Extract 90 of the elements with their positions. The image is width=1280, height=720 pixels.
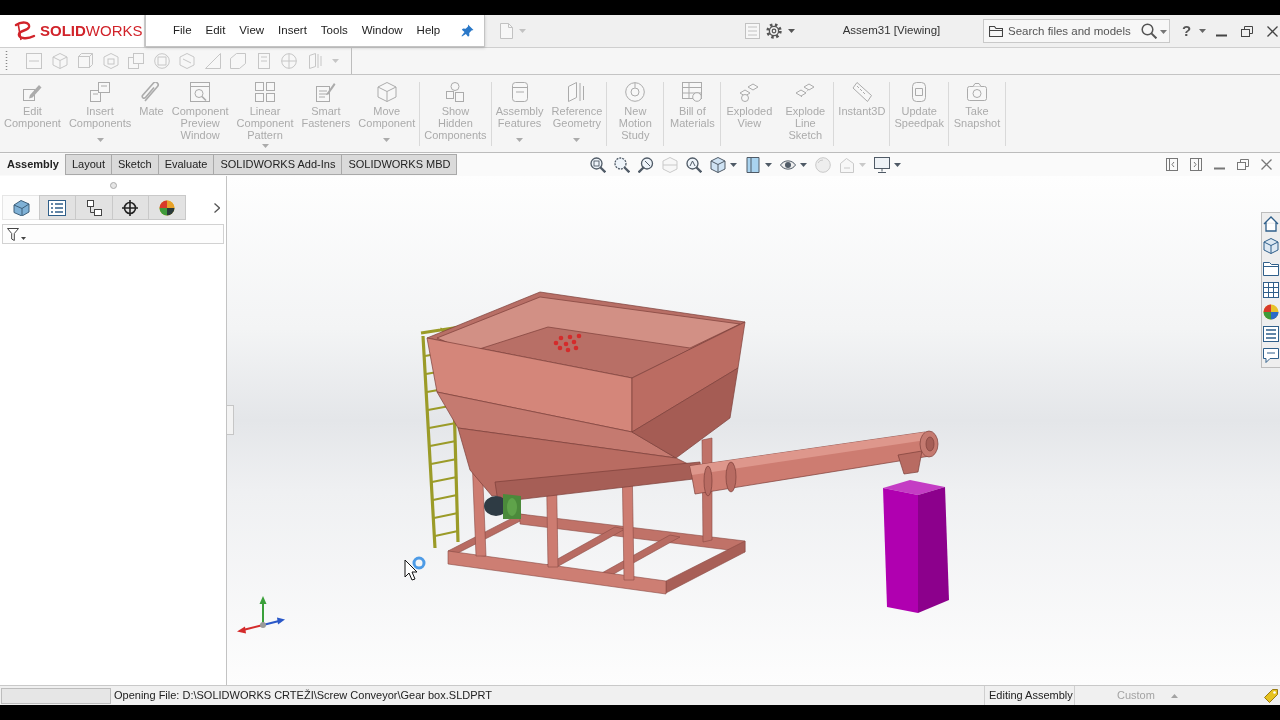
menu-item[interactable]: Help — [409, 21, 448, 40]
command-tab[interactable]: SOLIDWORKS MBD — [341, 154, 458, 175]
sphere-icon[interactable] — [1263, 304, 1279, 320]
caret-icon[interactable] — [1199, 29, 1207, 33]
swoosh-logo-icon — [14, 21, 36, 41]
panel-tab[interactable] — [75, 195, 113, 220]
list-icon[interactable] — [1263, 326, 1279, 342]
command-tab[interactable]: Layout — [65, 154, 112, 175]
cube-icon — [11, 199, 30, 216]
command-tab[interactable]: Evaluate — [157, 154, 215, 175]
caret-icon[interactable] — [765, 162, 772, 167]
table-icon — [682, 82, 703, 102]
menu-item[interactable]: Edit — [198, 21, 233, 40]
tag-icon[interactable] — [1264, 688, 1278, 703]
loading-spinner-icon — [412, 556, 426, 570]
editing-mode-label: Editing Assembly — [989, 688, 1073, 703]
filter-icon[interactable] — [7, 227, 19, 241]
settings-icon[interactable] — [766, 23, 782, 39]
magnifier-icon[interactable] — [638, 156, 654, 173]
command-tab[interactable]: SOLIDWORKS Add-Ins — [213, 154, 343, 175]
plane-icon — [566, 82, 587, 102]
window-icon — [190, 82, 211, 102]
crosshair-icon — [121, 199, 140, 216]
magnifier-icon[interactable] — [614, 156, 630, 173]
panel-right-icon[interactable] — [1190, 158, 1202, 171]
panel-tab[interactable] — [148, 195, 186, 220]
panel-tab[interactable] — [2, 195, 40, 220]
mouse-pointer-icon — [404, 559, 418, 581]
caret-icon[interactable] — [730, 162, 737, 167]
grid-icon — [255, 82, 275, 102]
menu-item[interactable]: Insert — [271, 21, 314, 40]
list-icon — [48, 199, 67, 216]
splitter-handle[interactable] — [227, 405, 234, 435]
close-icon[interactable] — [1267, 25, 1278, 37]
axis-triad-icon — [237, 596, 285, 634]
cube-icon[interactable] — [1263, 238, 1279, 254]
motor — [484, 494, 521, 519]
command-tab[interactable]: Sketch — [111, 154, 159, 175]
home-icon[interactable] — [1263, 216, 1279, 232]
cube-icon — [376, 82, 397, 102]
menu-item[interactable]: Window — [354, 21, 410, 40]
pencil-icon — [22, 82, 43, 102]
restore-icon[interactable] — [1241, 25, 1253, 37]
ruler-icon — [851, 82, 872, 102]
material-pile — [553, 333, 582, 353]
chat-icon[interactable] — [1263, 348, 1279, 364]
boxes-icon — [90, 82, 111, 102]
help-button[interactable]: ? — [1180, 22, 1209, 40]
search-field[interactable]: Search files and models — [983, 19, 1170, 43]
folder-icon — [989, 25, 1003, 37]
command-tab[interactable]: Assembly — [0, 154, 66, 175]
caret-icon[interactable] — [21, 236, 26, 240]
caret-icon[interactable] — [1160, 30, 1167, 34]
caret-icon[interactable] — [800, 162, 807, 167]
window-title: Assem31 [Viewing] — [841, 24, 942, 38]
chevron-right-icon[interactable] — [214, 202, 220, 213]
close-icon[interactable] — [1261, 159, 1272, 170]
panel-grip-icon[interactable] — [109, 182, 117, 189]
menu-item[interactable]: File — [166, 21, 199, 40]
pin-icon[interactable] — [461, 24, 474, 37]
magnifier-icon[interactable] — [686, 156, 702, 173]
panel-tab[interactable] — [38, 195, 76, 220]
monitor-icon[interactable] — [874, 156, 890, 173]
parts-icon — [739, 82, 760, 102]
caret-up-icon[interactable] — [1170, 693, 1178, 698]
box-icon — [509, 82, 530, 102]
disc-icon — [625, 82, 646, 102]
panel-tab[interactable] — [111, 195, 149, 220]
folder-icon[interactable] — [1263, 260, 1279, 276]
caret-icon[interactable] — [894, 162, 901, 167]
camera-icon — [967, 82, 987, 102]
grid-icon[interactable] — [1263, 282, 1279, 298]
panel-left-icon[interactable] — [1166, 158, 1178, 171]
status-message: Opening File: D:\SOLIDWORKS CRTEŽI\Screw Conveyor\Gear box.SLDPRT — [114, 688, 492, 701]
sphere-icon — [157, 199, 176, 216]
cube-icon[interactable] — [745, 156, 761, 173]
toolbar-grip-icon[interactable] — [5, 51, 8, 71]
pen-icon — [315, 82, 336, 102]
search-icon[interactable] — [1141, 23, 1157, 39]
parts-icon — [445, 82, 466, 102]
caret-icon[interactable] — [788, 29, 795, 33]
menu-item[interactable]: View — [232, 21, 272, 40]
menu-item[interactable]: Tools — [313, 21, 355, 40]
logo-text: SOLIDWORKS — [40, 22, 143, 40]
paperclip-icon — [141, 82, 162, 102]
magnifier-icon[interactable] — [590, 156, 606, 173]
restore-icon[interactable] — [1237, 159, 1249, 170]
cube-icon[interactable] — [710, 156, 726, 173]
filter-field[interactable] — [2, 224, 224, 244]
tree-icon — [84, 199, 103, 216]
